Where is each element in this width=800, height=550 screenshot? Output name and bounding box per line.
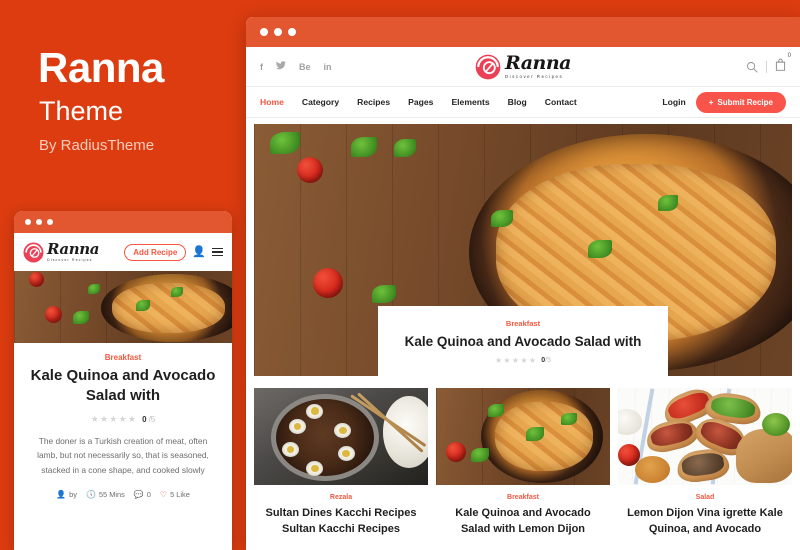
recipe-title-line-1: Kale Quinoa and Avocado bbox=[455, 507, 591, 519]
mobile-logo[interactable]: Ranna Discover Recipes bbox=[23, 239, 100, 263]
recipe-card-title[interactable]: Kale Quinoa and Avocado Salad with Lemon… bbox=[436, 506, 610, 538]
mobile-logo-name: Ranna bbox=[47, 239, 100, 258]
recipe-title-line-1: Sultan Dines Kacchi Recipes bbox=[265, 507, 417, 519]
social-links: f Be in bbox=[260, 60, 332, 73]
recipe-card-category[interactable]: Salad bbox=[618, 494, 792, 501]
cart-icon bbox=[775, 58, 786, 71]
cart-count-badge: 0 bbox=[787, 52, 791, 59]
search-icon[interactable] bbox=[746, 61, 758, 73]
nav-item-elements[interactable]: Elements bbox=[451, 97, 489, 107]
twitter-icon[interactable] bbox=[276, 60, 286, 73]
site-logo-name: Ranna bbox=[505, 51, 571, 74]
twitter-bird-icon bbox=[276, 60, 286, 69]
hero-title[interactable]: Kale Quinoa and Avocado Salad with bbox=[388, 334, 658, 349]
window-dot-maximize-icon[interactable] bbox=[47, 219, 53, 225]
recipe-title-line-2: Quinoa, and Avocado bbox=[648, 522, 762, 535]
rating-score: 0 bbox=[142, 414, 147, 424]
mobile-recipe-card: Breakfast Kale Quinoa and Avocado Salad … bbox=[14, 343, 232, 499]
recipe-card-title[interactable]: Lemon Dijon Vina igrette Kale Quinoa, an… bbox=[618, 506, 792, 538]
window-dot-minimize-icon[interactable] bbox=[36, 219, 42, 225]
recipe-card-title[interactable]: Sultan Dines Kacchi Recipes Sultan Kacch… bbox=[254, 506, 428, 538]
meta-likes: ♡ 5 Like bbox=[160, 490, 190, 499]
rating-stars-icon: ★★★★★ bbox=[494, 356, 538, 365]
window-dot-close-icon[interactable] bbox=[25, 219, 31, 225]
recipe-card-category[interactable]: Breakfast bbox=[436, 494, 610, 501]
mobile-card-meta: 👤 by 🕔 55 Mins 💬 0 ♡ 5 Like bbox=[28, 490, 218, 499]
hero-recipe-card: Breakfast Kale Quinoa and Avocado Salad … bbox=[378, 306, 668, 376]
window-dot-minimize-icon[interactable] bbox=[274, 28, 282, 36]
recipe-thumbnail[interactable] bbox=[436, 388, 610, 485]
nav-item-contact[interactable]: Contact bbox=[545, 97, 577, 107]
facebook-icon[interactable]: f bbox=[260, 62, 263, 72]
rating-out-of: /5 bbox=[545, 357, 552, 364]
heart-icon: ♡ bbox=[159, 489, 168, 499]
mobile-card-title[interactable]: Kale Quinoa and Avocado Salad with bbox=[28, 366, 218, 406]
recipe-title-line-2: Sultan Kacchi Recipes bbox=[282, 522, 400, 535]
user-icon: 👤 bbox=[56, 489, 67, 499]
mobile-site-header: Ranna Discover Recipes Add Recipe 👤 bbox=[14, 233, 232, 271]
meta-likes-value: 5 Like bbox=[170, 489, 190, 499]
mobile-mockup: Ranna Discover Recipes Add Recipe 👤 Brea… bbox=[14, 211, 232, 550]
meta-author-label: by bbox=[69, 489, 77, 499]
behance-icon[interactable]: Be bbox=[299, 62, 311, 72]
meta-time: 🕔 55 Mins bbox=[86, 490, 125, 499]
submit-recipe-button[interactable]: + Submit Recipe bbox=[695, 91, 786, 113]
main-navigation: Home Category Recipes Pages Elements Blo… bbox=[246, 87, 800, 118]
rating-stars-icon: ★★★★★ bbox=[90, 413, 138, 424]
nav-item-home[interactable]: Home bbox=[260, 97, 284, 107]
screenshot-root: Ranna Theme By RadiusTheme Ranna Discove… bbox=[0, 0, 800, 550]
cart-button[interactable]: 0 bbox=[775, 53, 791, 76]
meta-comments-value: 0 bbox=[146, 489, 151, 499]
mobile-card-category[interactable]: Breakfast bbox=[28, 353, 218, 362]
rating-out-of: /5 bbox=[148, 414, 156, 424]
nav-item-category[interactable]: Category bbox=[302, 97, 339, 107]
recipe-thumbnail[interactable] bbox=[254, 388, 428, 485]
browser-window: f Be in Ranna Discover Recipes 0 Home Ca… bbox=[246, 17, 800, 550]
ranna-logo-mark-icon bbox=[475, 54, 501, 79]
mobile-card-description: The doner is a Turkish creation of meat,… bbox=[37, 435, 209, 475]
clock-icon: 🕔 bbox=[85, 489, 96, 499]
recipe-card-grid: Rezala Sultan Dines Kacchi Recipes Sulta… bbox=[246, 376, 800, 538]
hamburger-menu-icon[interactable] bbox=[212, 247, 223, 257]
site-logo-tagline: Discover Recipes bbox=[505, 73, 564, 79]
promo-byline: By RadiusTheme bbox=[39, 137, 155, 154]
mobile-hero-image bbox=[14, 271, 232, 343]
page-title: Ranna bbox=[38, 44, 164, 91]
recipe-card[interactable]: Rezala Sultan Dines Kacchi Recipes Sulta… bbox=[254, 388, 428, 538]
user-icon[interactable]: 👤 bbox=[192, 246, 206, 258]
window-dot-close-icon[interactable] bbox=[260, 28, 268, 36]
recipe-thumbnail[interactable] bbox=[618, 388, 792, 485]
meta-comments: 💬 0 bbox=[134, 490, 151, 499]
recipe-card[interactable]: Salad Lemon Dijon Vina igrette Kale Quin… bbox=[618, 388, 792, 538]
site-topbar: f Be in Ranna Discover Recipes 0 bbox=[246, 47, 800, 87]
browser-titlebar bbox=[246, 17, 800, 47]
meta-author: 👤 by bbox=[56, 490, 77, 499]
nav-item-pages[interactable]: Pages bbox=[408, 97, 433, 107]
plus-icon: + bbox=[708, 97, 714, 107]
mobile-card-rating: ★★★★★ 0 /5 bbox=[28, 414, 218, 425]
recipe-card-category[interactable]: Rezala bbox=[254, 494, 428, 501]
window-dot-maximize-icon[interactable] bbox=[288, 28, 296, 36]
login-link[interactable]: Login bbox=[662, 97, 685, 107]
hero-category[interactable]: Breakfast bbox=[388, 319, 658, 328]
recipe-card[interactable]: Breakfast Kale Quinoa and Avocado Salad … bbox=[436, 388, 610, 538]
hero-rating: ★★★★★ 0 /5 bbox=[388, 356, 658, 365]
linkedin-icon[interactable]: in bbox=[324, 62, 332, 72]
mobile-logo-tagline: Discover Recipes bbox=[47, 257, 93, 262]
recipe-title-line-1: Lemon Dijon Vina igrette Kale bbox=[627, 507, 783, 519]
add-recipe-button[interactable]: Add Recipe bbox=[124, 243, 187, 261]
divider bbox=[766, 60, 767, 73]
recipe-title-line-2: Salad with Lemon Dijon bbox=[460, 522, 586, 535]
meta-time-value: 55 Mins bbox=[98, 489, 125, 499]
nav-item-blog[interactable]: Blog bbox=[508, 97, 527, 107]
nav-item-recipes[interactable]: Recipes bbox=[357, 97, 390, 107]
submit-recipe-label: Submit Recipe bbox=[717, 97, 773, 107]
comment-icon: 💬 bbox=[133, 489, 144, 499]
topbar-actions: 0 bbox=[746, 53, 791, 76]
promo-subtitle: Theme bbox=[39, 96, 124, 126]
site-logo[interactable]: Ranna Discover Recipes bbox=[475, 51, 571, 80]
hero-slider[interactable]: Breakfast Kale Quinoa and Avocado Salad … bbox=[254, 124, 792, 376]
ranna-logo-mark-icon bbox=[23, 242, 44, 262]
mobile-titlebar bbox=[14, 211, 232, 233]
